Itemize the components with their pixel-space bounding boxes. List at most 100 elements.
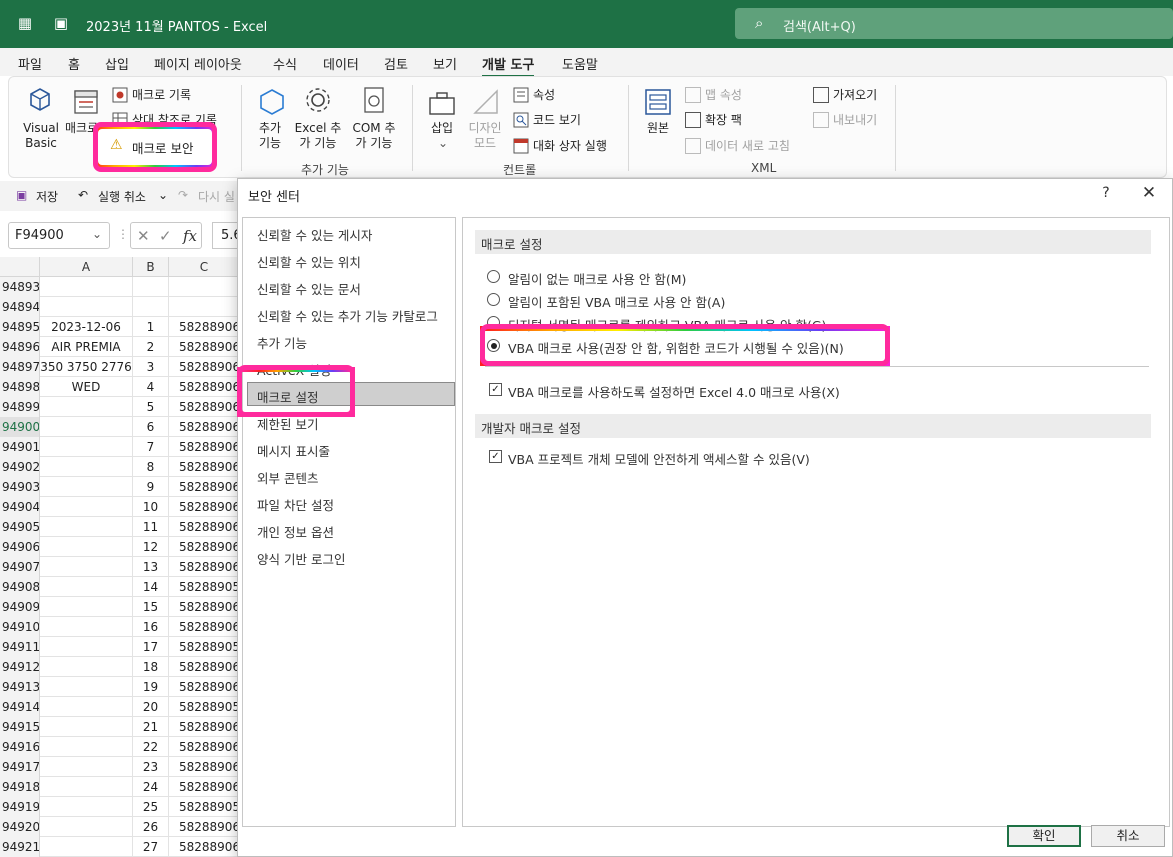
- chevron-down-icon[interactable]: ⌄: [158, 188, 168, 202]
- cell-b[interactable]: 17: [133, 637, 169, 657]
- cell-b[interactable]: [133, 277, 169, 297]
- row-number[interactable]: 94914: [0, 697, 40, 717]
- cell-c[interactable]: 582889068: [169, 457, 240, 477]
- cell-c[interactable]: 582889060: [169, 537, 240, 557]
- row-number[interactable]: 94899: [0, 397, 40, 417]
- cell-a[interactable]: [40, 777, 133, 797]
- cell-a[interactable]: 2023-12-06: [40, 317, 133, 337]
- cell-c[interactable]: 582889064: [169, 397, 240, 417]
- cell-b[interactable]: 14: [133, 577, 169, 597]
- row-number[interactable]: 94918: [0, 777, 40, 797]
- row-number[interactable]: 94913: [0, 677, 40, 697]
- cell-a[interactable]: [40, 517, 133, 537]
- nav-trusted-locations[interactable]: 신뢰할 수 있는 위치: [257, 252, 361, 271]
- cell-a[interactable]: [40, 537, 133, 557]
- cell-c[interactable]: 582889060: [169, 757, 240, 777]
- radio-disable-no-notify[interactable]: [487, 270, 500, 283]
- cancel-icon[interactable]: ✕: [137, 227, 150, 245]
- cell-a[interactable]: [40, 497, 133, 517]
- cell-b[interactable]: 7: [133, 437, 169, 457]
- row-number[interactable]: 94906: [0, 537, 40, 557]
- cell-c[interactable]: 582889061: [169, 617, 240, 637]
- row-number[interactable]: 94904: [0, 497, 40, 517]
- cell-b[interactable]: 12: [133, 537, 169, 557]
- cell-b[interactable]: 3: [133, 357, 169, 377]
- refresh-data-button[interactable]: 데이터 새로 고침: [705, 138, 790, 154]
- nav-privacy-options[interactable]: 개인 정보 옵션: [257, 522, 334, 541]
- cell-a[interactable]: [40, 577, 133, 597]
- cell-b[interactable]: 19: [133, 677, 169, 697]
- checkbox-excel4-macros[interactable]: ✓: [489, 383, 502, 396]
- cell-a[interactable]: [40, 757, 133, 777]
- cell-b[interactable]: 2: [133, 337, 169, 357]
- cell-b[interactable]: 25: [133, 797, 169, 817]
- map-properties-button[interactable]: 맵 속성: [705, 87, 742, 103]
- cell-b[interactable]: 4: [133, 377, 169, 397]
- tab-page-layout[interactable]: 페이지 레이아웃: [154, 54, 242, 73]
- cell-b[interactable]: 27: [133, 837, 169, 857]
- column-header[interactable]: B: [133, 257, 169, 277]
- nav-trusted-addin-catalogs[interactable]: 신뢰할 수 있는 추가 기능 카탈로그: [257, 306, 438, 325]
- row-number[interactable]: 94903: [0, 477, 40, 497]
- import-button[interactable]: 가져오기: [833, 87, 877, 103]
- cell-b[interactable]: [133, 297, 169, 317]
- search-box[interactable]: ⌕ 검색(Alt+Q): [735, 8, 1173, 39]
- tab-insert[interactable]: 삽입: [105, 54, 129, 73]
- row-number[interactable]: 94905: [0, 517, 40, 537]
- cell-b[interactable]: 20: [133, 697, 169, 717]
- ok-button[interactable]: 확인: [1007, 825, 1081, 847]
- cell-b[interactable]: 22: [133, 737, 169, 757]
- tab-file[interactable]: 파일: [18, 54, 42, 73]
- tab-review[interactable]: 검토: [384, 54, 408, 73]
- tab-developer[interactable]: 개발 도구: [482, 54, 535, 78]
- row-number[interactable]: 94917: [0, 757, 40, 777]
- chevron-down-icon[interactable]: ⌄: [92, 227, 102, 241]
- row-number[interactable]: 94894: [0, 297, 40, 317]
- cell-b[interactable]: 15: [133, 597, 169, 617]
- export-button[interactable]: 내보내기: [833, 112, 877, 128]
- run-dialog-button[interactable]: 대화 상자 실행: [533, 138, 607, 154]
- cell-a[interactable]: [40, 837, 133, 857]
- select-all-corner[interactable]: [0, 257, 40, 277]
- cell-a[interactable]: WED: [40, 377, 133, 397]
- tab-home[interactable]: 홈: [68, 54, 80, 73]
- redo-button[interactable]: 다시 실: [198, 188, 235, 205]
- tab-formulas[interactable]: 수식: [273, 54, 297, 73]
- row-number[interactable]: 94902: [0, 457, 40, 477]
- chevron-down-icon[interactable]: ⌄: [438, 135, 448, 151]
- cell-b[interactable]: 9: [133, 477, 169, 497]
- cell-a[interactable]: [40, 737, 133, 757]
- row-number[interactable]: 94898: [0, 377, 40, 397]
- tab-view[interactable]: 보기: [433, 54, 457, 73]
- save-icon[interactable]: ▣: [52, 14, 70, 32]
- row-number[interactable]: 94912: [0, 657, 40, 677]
- row-number[interactable]: 94895: [0, 317, 40, 337]
- cell-c[interactable]: 582889061: [169, 737, 240, 757]
- nav-trusted-publishers[interactable]: 신뢰할 수 있는 게시자: [257, 225, 372, 244]
- row-number[interactable]: 94900: [0, 417, 40, 437]
- cell-c[interactable]: 582889059: [169, 577, 240, 597]
- nav-addins[interactable]: 추가 기능: [257, 333, 307, 352]
- option-disable-with-notify[interactable]: 알림이 포함된 VBA 매크로 사용 안 함(A): [508, 292, 725, 311]
- cell-b[interactable]: 16: [133, 617, 169, 637]
- nav-form-based-signin[interactable]: 양식 기반 로그인: [257, 549, 345, 568]
- name-box[interactable]: F94900 ⌄: [8, 222, 110, 249]
- cell-a[interactable]: [40, 717, 133, 737]
- row-number[interactable]: 94911: [0, 637, 40, 657]
- cell-a[interactable]: [40, 437, 133, 457]
- cell-a[interactable]: [40, 657, 133, 677]
- cell-b[interactable]: 10: [133, 497, 169, 517]
- cell-b[interactable]: 8: [133, 457, 169, 477]
- cell-c[interactable]: [169, 297, 240, 317]
- cell-c[interactable]: 582889059: [169, 637, 240, 657]
- cell-c[interactable]: 582889061: [169, 657, 240, 677]
- row-number[interactable]: 94907: [0, 557, 40, 577]
- cell-a[interactable]: [40, 457, 133, 477]
- cancel-button[interactable]: 취소: [1091, 825, 1165, 847]
- visual-basic-button[interactable]: Visual Basic: [19, 121, 63, 151]
- cell-c[interactable]: 582889060: [169, 837, 240, 857]
- cell-b[interactable]: 1: [133, 317, 169, 337]
- cell-b[interactable]: 5: [133, 397, 169, 417]
- tab-data[interactable]: 데이터: [323, 54, 359, 73]
- row-number[interactable]: 94897: [0, 357, 40, 377]
